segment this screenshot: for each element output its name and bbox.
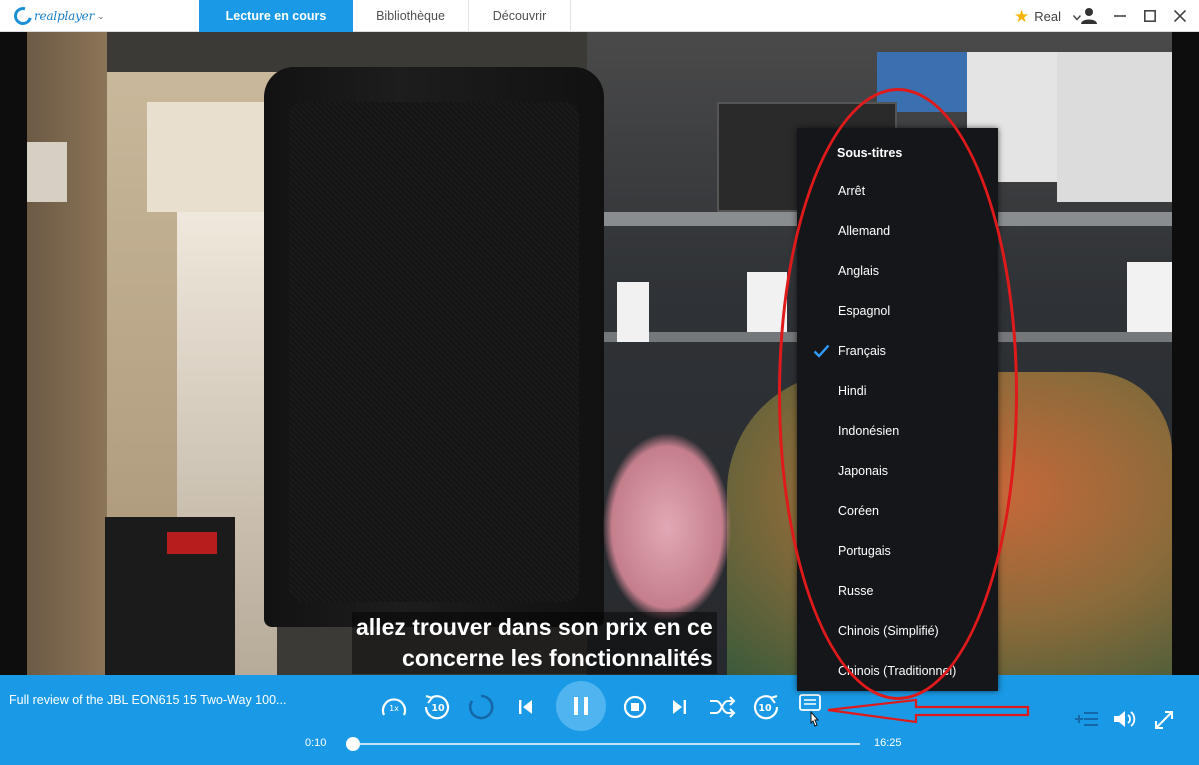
fullscreen-icon — [1155, 711, 1173, 729]
add-playlist-icon — [1075, 712, 1098, 726]
stop-button[interactable] — [621, 693, 649, 721]
volume-button[interactable] — [1112, 708, 1138, 730]
real-label: Real — [1034, 8, 1061, 24]
total-duration: 16:25 — [874, 737, 902, 749]
subtitle-option-russian[interactable]: Russe — [797, 576, 998, 606]
subtitles-button[interactable] — [797, 692, 825, 732]
account-button[interactable] — [1071, 0, 1105, 32]
logo-chevron-down-icon: ⌄ — [97, 10, 105, 21]
playback-speed-button[interactable]: 1x — [379, 693, 409, 721]
subtitles-menu: Sous-titres Arrêt Allemand Anglais Espag… — [797, 128, 998, 691]
close-button[interactable] — [1165, 0, 1195, 32]
close-icon — [1174, 10, 1186, 22]
subtitles-icon — [799, 694, 821, 727]
pause-icon — [574, 697, 588, 715]
subtitle-option-korean[interactable]: Coréen — [797, 496, 998, 526]
tab-discover[interactable]: Découvrir — [469, 0, 571, 32]
rewind-10-icon: 10 — [424, 695, 450, 720]
subtitle-option-german[interactable]: Allemand — [797, 216, 998, 246]
speed-label: 1x — [389, 704, 399, 713]
tab-library[interactable]: Bibliothèque — [353, 0, 469, 32]
rewind-10-label: 10 — [431, 703, 445, 714]
forward-10-label: 10 — [758, 703, 772, 714]
volume-icon — [1114, 711, 1136, 727]
previous-icon — [519, 700, 532, 714]
subtitle-overlay: allez trouver dans son prix en ce concer… — [352, 612, 717, 674]
rewind-10-button[interactable]: 10 — [423, 693, 451, 721]
shuffle-icon — [710, 696, 736, 718]
subtitle-option-label: Japonais — [838, 464, 889, 478]
control-bar: Full review of the JBL EON615 15 Two-Way… — [0, 675, 1199, 765]
subtitles-menu-title: Sous-titres — [837, 146, 903, 160]
subtitle-option-label: Espagnol — [838, 304, 891, 318]
subtitle-option-chinese-simplified[interactable]: Chinois (Simplifié) — [797, 616, 998, 646]
main-tabs: Lecture en cours Bibliothèque Découvrir — [199, 0, 571, 32]
previous-button[interactable] — [514, 695, 538, 719]
forward-10-button[interactable]: 10 — [752, 693, 780, 721]
video-player[interactable]: allez trouver dans son prix en ce concer… — [0, 32, 1199, 675]
subtitle-option-spanish[interactable]: Espagnol — [797, 296, 998, 326]
subtitle-option-label: Indonésien — [838, 424, 900, 438]
seek-bar[interactable] — [346, 737, 860, 751]
realplayer-logo[interactable]: realplayer ⌄ — [10, 3, 105, 29]
media-title: Full review of the JBL EON615 15 Two-Way… — [9, 693, 287, 707]
subtitle-option-japanese[interactable]: Japonais — [797, 456, 998, 486]
realplayer-logo-icon — [10, 3, 36, 29]
forward-10-icon: 10 — [753, 695, 779, 720]
subtitle-option-label: Arrêt — [838, 184, 866, 198]
subtitle-option-hindi[interactable]: Hindi — [797, 376, 998, 406]
title-bar: realplayer ⌄ Lecture en cours Bibliothèq… — [0, 0, 1199, 32]
subtitle-option-label: Hindi — [838, 384, 867, 398]
loading-indicator — [467, 694, 495, 720]
video-frame — [27, 32, 1172, 675]
minimize-button[interactable] — [1105, 0, 1135, 32]
fullscreen-button[interactable] — [1153, 709, 1175, 731]
tab-now-playing[interactable]: Lecture en cours — [199, 0, 353, 32]
subtitle-option-label: Portugais — [838, 544, 891, 558]
chevron-down-icon — [1073, 15, 1081, 21]
next-icon — [673, 700, 686, 714]
loading-icon — [468, 694, 494, 720]
stop-icon — [623, 695, 647, 719]
star-icon: ★ — [1014, 6, 1030, 26]
subtitle-option-indonesian[interactable]: Indonésien — [797, 416, 998, 446]
elapsed-time: 0:10 — [305, 737, 327, 749]
subtitle-option-label: Chinois (Traditionnel) — [838, 664, 957, 678]
subtitle-option-label: Russe — [838, 584, 874, 598]
subtitle-option-label: Anglais — [838, 264, 879, 278]
subtitle-option-label: Coréen — [838, 504, 879, 518]
real-button[interactable]: ★ Real — [1006, 0, 1071, 32]
subtitle-option-portuguese[interactable]: Portugais — [797, 536, 998, 566]
subtitle-option-chinese-traditional[interactable]: Chinois (Traditionnel) — [797, 656, 998, 686]
subtitle-option-label: Chinois (Simplifié) — [838, 624, 939, 638]
subtitle-option-label: Allemand — [838, 224, 891, 238]
maximize-button[interactable] — [1135, 0, 1165, 32]
speed-icon: 1x — [381, 698, 407, 716]
subtitle-line-2: concerne les fonctionnalités — [352, 643, 717, 674]
add-to-playlist-button[interactable] — [1073, 709, 1101, 729]
subtitle-line-1: allez trouver dans son prix en ce — [352, 612, 717, 643]
pause-button[interactable] — [556, 681, 606, 731]
subtitle-option-label: Français — [838, 344, 886, 358]
subtitle-option-french[interactable]: Français — [797, 336, 998, 366]
subtitle-option-english[interactable]: Anglais — [797, 256, 998, 286]
title-bar-right: ★ Real — [1006, 0, 1199, 32]
next-button[interactable] — [667, 695, 691, 719]
checkmark-icon — [813, 344, 830, 358]
minimize-icon — [1114, 15, 1126, 17]
shuffle-button[interactable] — [707, 694, 737, 720]
logo-text: realplayer — [34, 9, 95, 23]
maximize-icon — [1144, 10, 1156, 22]
subtitle-option-off[interactable]: Arrêt — [797, 176, 998, 206]
user-icon — [1081, 8, 1097, 24]
seek-thumb[interactable] — [346, 737, 361, 751]
